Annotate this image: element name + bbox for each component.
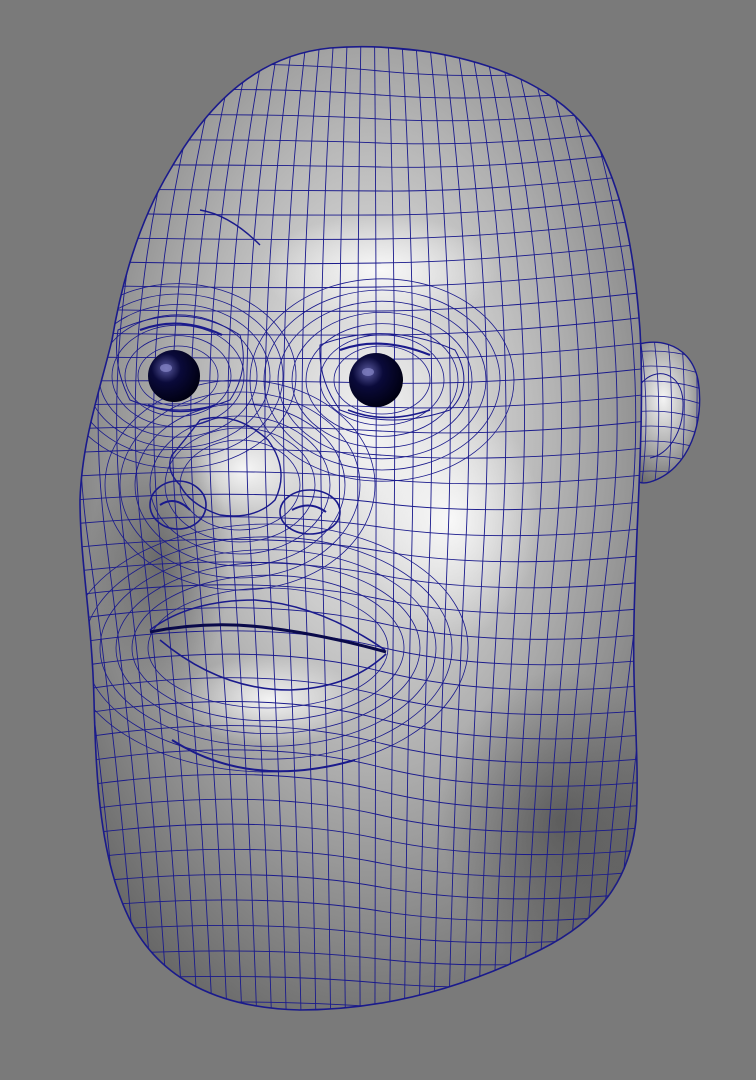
left-eye-glint [160, 364, 172, 372]
viewport-canvas[interactable] [0, 0, 756, 1080]
3d-viewport[interactable] [0, 0, 756, 1080]
left-eyeball[interactable] [148, 350, 200, 402]
right-eyeball[interactable] [349, 353, 403, 407]
left-side-shadow [90, 420, 230, 700]
right-eye-glint [362, 368, 374, 376]
